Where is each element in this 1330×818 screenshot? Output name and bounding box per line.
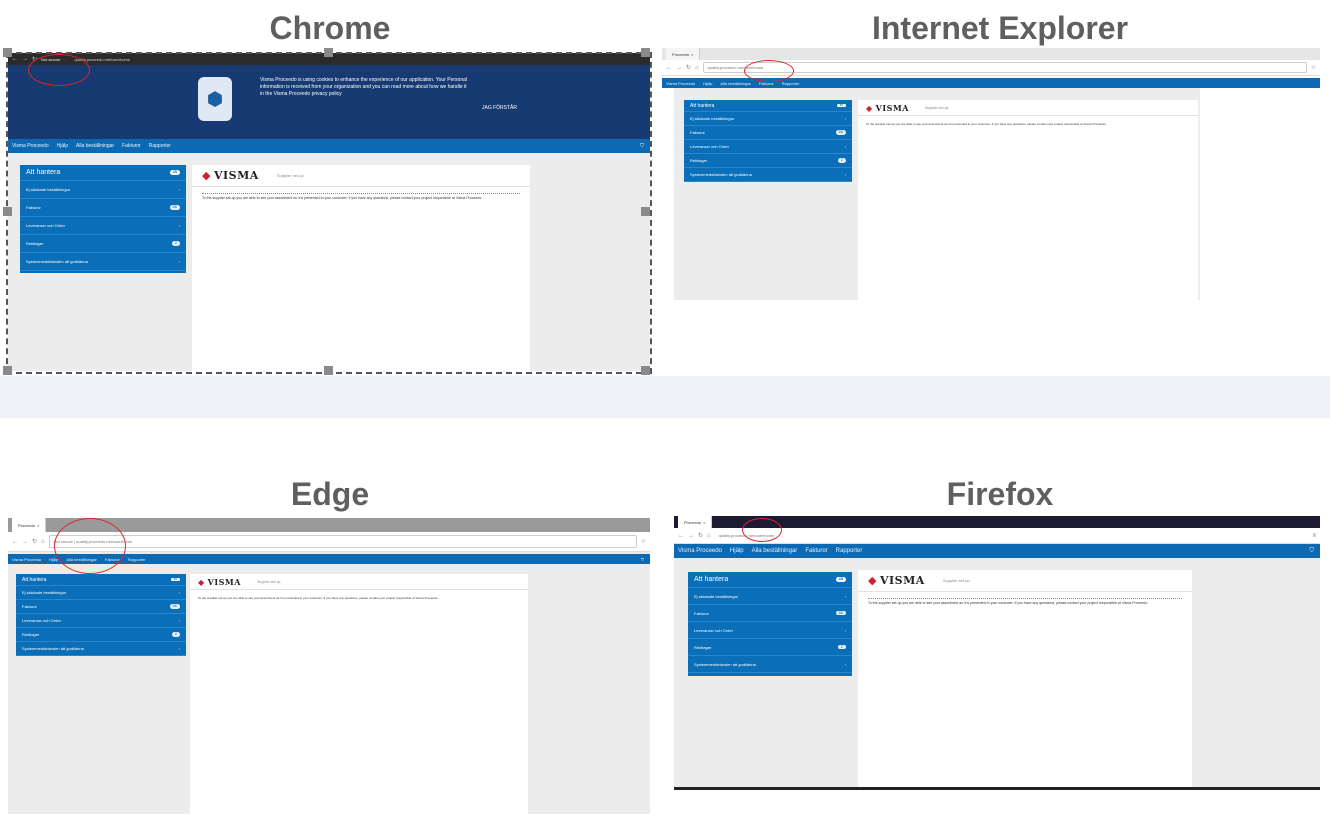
- separator-band: [0, 376, 1330, 418]
- annotation-circle: [54, 518, 126, 574]
- sidebar-item[interactable]: Ej skickade beställningar ›: [16, 586, 186, 600]
- firefox-sidebar: Att hantera 45 Ej skickade beställningar…: [688, 572, 852, 676]
- edge-tab[interactable]: Proceedo ×: [12, 518, 47, 532]
- back-icon[interactable]: ←: [12, 539, 18, 545]
- nav-hjalp[interactable]: Hjälp: [703, 81, 712, 86]
- edge-address-bar[interactable]: Not secure | quality.proceedo.net/user/h…: [48, 534, 637, 549]
- sidebar-item[interactable]: Fakturor 86: [684, 126, 852, 140]
- nav-visma-proceedo[interactable]: Visma Proceedo: [12, 557, 41, 562]
- firefox-screenshot: Proceedo × ← → ↻ ⌂ quality.proceedo.net/…: [674, 516, 1320, 790]
- reload-icon[interactable]: ↻: [32, 538, 37, 545]
- sidebar-item[interactable]: Systemmeddelanden att godkänna ›: [684, 168, 852, 182]
- ie-screenshot: Proceedo × ← → ↻ ⌂ quality.proceedo.net/…: [662, 48, 1320, 300]
- nav-rapporter[interactable]: Rapporter: [782, 81, 800, 86]
- home-icon[interactable]: ⌂: [41, 539, 45, 545]
- edge-content: ◆ VISMA Supplier set-up To the supplier s…: [190, 574, 528, 814]
- resize-handle[interactable]: [3, 48, 12, 57]
- firefox-app-nav: Visma Proceedo Hjälp Alla beställningar …: [674, 544, 1320, 558]
- visma-logo: ◆ VISMA: [868, 574, 925, 587]
- edge-sidebar: Att hantera 45 Ej skickade beställningar…: [16, 574, 186, 656]
- nav-visma-proceedo[interactable]: Visma Proceedo: [678, 548, 722, 554]
- resize-handle[interactable]: [641, 48, 650, 57]
- firefox-tab[interactable]: Proceedo ×: [678, 516, 713, 528]
- nav-visma-proceedo[interactable]: Visma Proceedo: [666, 81, 695, 86]
- selection-border: [6, 52, 652, 374]
- forward-icon[interactable]: →: [676, 65, 682, 71]
- sidebar-item[interactable]: Leveranser och Order ›: [688, 622, 852, 639]
- resize-handle[interactable]: [641, 366, 650, 375]
- ie-tabbar: Proceedo ×: [662, 48, 1320, 60]
- sidebar-header: Att hantera 45: [16, 574, 186, 586]
- sidebar-header: Att hantera 45: [684, 100, 852, 112]
- reload-icon[interactable]: ↻: [686, 64, 691, 71]
- home-icon[interactable]: ⌂: [695, 65, 699, 71]
- visma-logo: ◆ VISMA: [866, 102, 909, 113]
- resize-handle[interactable]: [324, 48, 333, 57]
- nav-rapporter[interactable]: Rapporter: [836, 548, 863, 554]
- nav-alla-bestallningar[interactable]: Alla beställningar: [752, 548, 798, 554]
- forward-icon[interactable]: →: [22, 539, 28, 545]
- home-icon[interactable]: ⌂: [707, 533, 711, 539]
- star-icon[interactable]: ☆: [1311, 64, 1316, 71]
- sidebar-item[interactable]: Leveranser och Order ›: [16, 614, 186, 628]
- title-chrome: Chrome: [269, 10, 391, 46]
- sidebar-item[interactable]: Ej skickade beställningar ›: [684, 112, 852, 126]
- title-edge: Edge: [290, 476, 370, 512]
- ie-sidebar: Att hantera 45 Ej skickade beställningar…: [684, 100, 852, 182]
- menu-icon[interactable]: ≡: [1312, 533, 1316, 539]
- resize-handle[interactable]: [3, 207, 12, 216]
- title-firefox: Firefox: [946, 476, 1054, 512]
- ie-content: ◆ VISMA Supplier set-up To the supplier s…: [858, 100, 1198, 300]
- sidebar-item[interactable]: Fakturor 86: [16, 600, 186, 614]
- cart-icon[interactable]: ⛉: [641, 557, 644, 562]
- sidebar-item[interactable]: Systemmeddelanden att godkänna ›: [16, 642, 186, 656]
- firefox-content: ◆ VISMA Supplier set-up To the supplier s…: [858, 570, 1192, 787]
- resize-handle[interactable]: [3, 366, 12, 375]
- sidebar-item[interactable]: Rekttager 2: [684, 154, 852, 168]
- cart-icon[interactable]: ⛉: [1309, 548, 1314, 555]
- reload-icon[interactable]: ↻: [698, 532, 703, 539]
- title-internet-explorer: Internet Explorer: [871, 10, 1129, 46]
- sidebar-header: Att hantera 45: [688, 572, 852, 588]
- sidebar-item[interactable]: Rekttager 2: [688, 639, 852, 656]
- nav-alla-bestallningar[interactable]: Alla beställningar: [720, 81, 750, 86]
- sidebar-item[interactable]: Rekttager 2: [16, 628, 186, 642]
- annotation-circle: [744, 60, 794, 82]
- annotation-circle: [28, 54, 90, 86]
- resize-handle[interactable]: [641, 207, 650, 216]
- resize-handle[interactable]: [324, 366, 333, 375]
- visma-logo: ◆ VISMA: [198, 576, 241, 587]
- forward-icon[interactable]: →: [688, 533, 694, 539]
- firefox-address-bar[interactable]: quality.proceedo.net/user/home: [714, 530, 1309, 541]
- nav-fakturor[interactable]: Fakturor: [805, 548, 827, 554]
- sidebar-item[interactable]: Ej skickade beställningar ›: [688, 588, 852, 605]
- nav-hjalp[interactable]: Hjälp: [730, 548, 744, 554]
- ie-tab[interactable]: Proceedo ×: [666, 48, 701, 60]
- sidebar-item[interactable]: Leveranser och Order ›: [684, 140, 852, 154]
- star-icon[interactable]: ☆: [641, 538, 646, 545]
- annotation-circle: [742, 518, 782, 542]
- sidebar-item[interactable]: Fakturor 86: [688, 605, 852, 622]
- nav-rapporter[interactable]: Rapporter: [128, 557, 146, 562]
- back-icon[interactable]: ←: [666, 65, 672, 71]
- back-icon[interactable]: ←: [678, 533, 684, 539]
- sidebar-item[interactable]: Systemmeddelanden att godkänna ›: [688, 656, 852, 673]
